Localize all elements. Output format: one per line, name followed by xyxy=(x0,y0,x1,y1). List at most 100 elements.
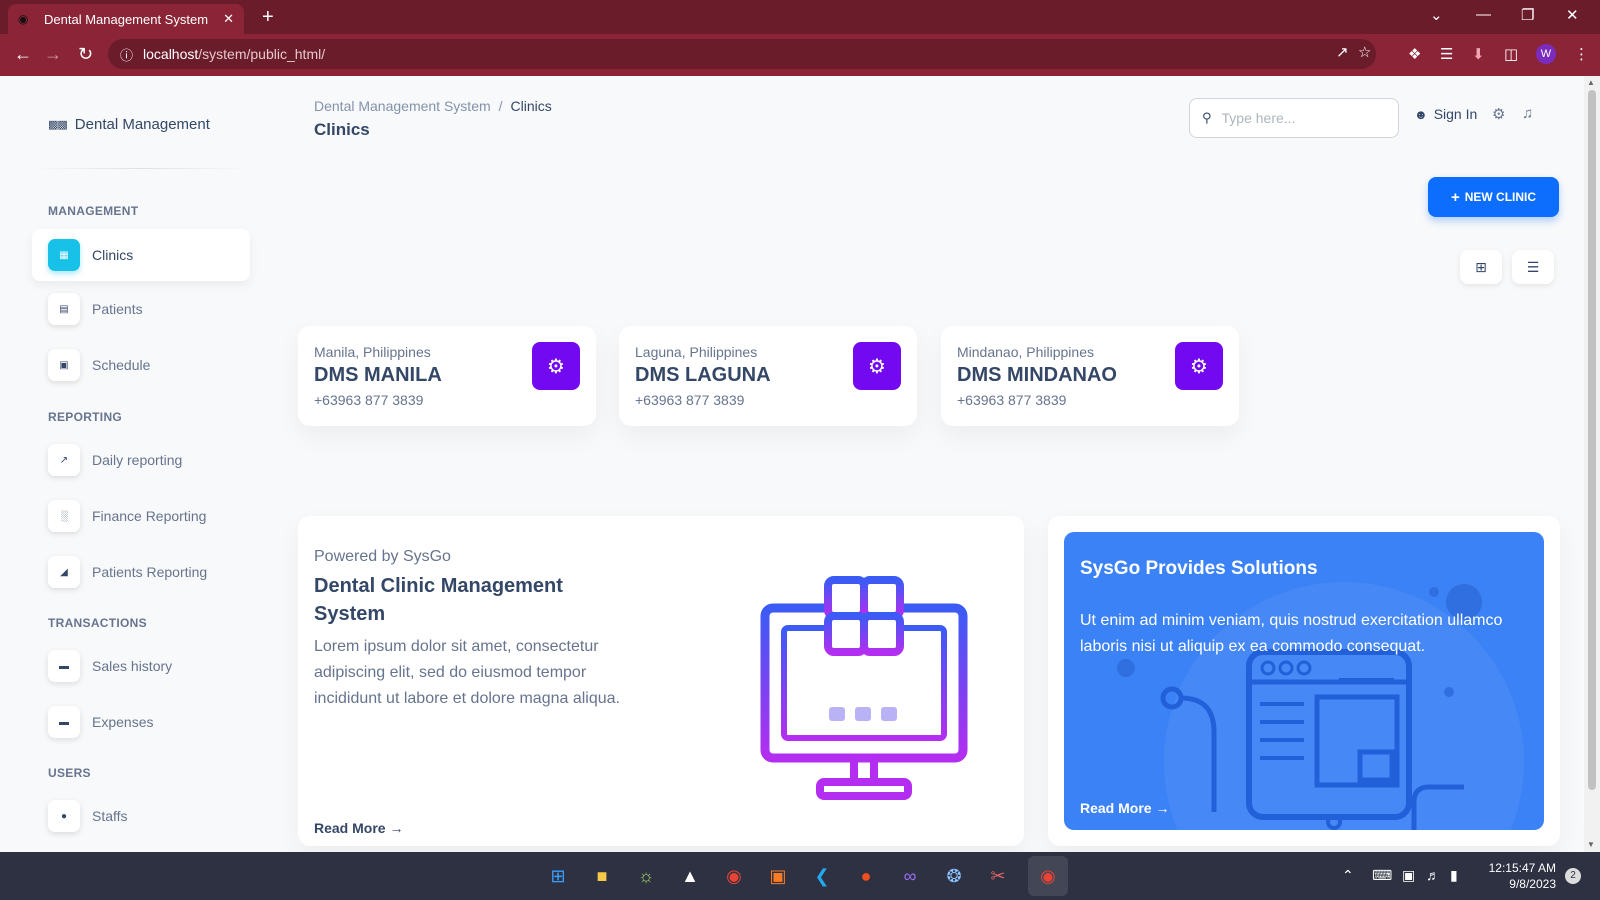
clinic-name: DMS LAGUNA xyxy=(635,364,771,386)
tab-search-icon[interactable]: ⌄ xyxy=(1430,6,1443,24)
forward-icon[interactable]: → xyxy=(44,44,62,65)
sidebar-item-label: Expenses xyxy=(92,714,154,730)
taskbar-clock[interactable]: 12:15:47 AM 9/8/2023 xyxy=(1480,860,1556,892)
clinic-card: Laguna, Philippines DMS LAGUNA +63963 87… xyxy=(619,326,917,426)
site-info-icon[interactable]: ⓘ xyxy=(120,45,133,64)
download-icon[interactable]: ⬇ xyxy=(1472,45,1485,63)
sign-in-link[interactable]: ☻ Sign In xyxy=(1414,106,1477,122)
bar-chart-icon: ░ xyxy=(48,500,80,532)
minimize-icon[interactable]: — xyxy=(1476,6,1491,23)
breadcrumb-current: Clinics xyxy=(510,98,552,114)
chrome-icon[interactable]: ◉ xyxy=(720,862,748,890)
sidebar-item-patients[interactable]: ▤ Patients xyxy=(32,283,250,335)
tab-close-icon[interactable]: ✕ xyxy=(223,11,234,27)
share-icon[interactable]: ↗ xyxy=(1336,43,1349,61)
volume-icon[interactable]: ♬ xyxy=(1426,867,1440,883)
clinic-location: Manila, Philippines xyxy=(314,344,431,360)
profile-avatar[interactable]: W xyxy=(1536,44,1556,64)
sidebar-item-schedule[interactable]: ▣ Schedule xyxy=(32,339,250,391)
clock-time: 12:15:47 AM xyxy=(1488,861,1556,875)
sidebar-item-clinics[interactable]: ▦ Clinics xyxy=(32,229,250,281)
solutions-description: Ut enim ad minim veniam, quis nostrud ex… xyxy=(1080,612,1503,655)
calendar-icon: ▣ xyxy=(48,349,80,381)
sidebar-item-daily-reporting[interactable]: ↗ Daily reporting xyxy=(32,434,250,486)
info-card-title: Dental Clinic Management System xyxy=(314,575,563,625)
visual-studio-icon[interactable]: ∞ xyxy=(896,862,924,890)
page-scrollbar[interactable]: ▲ ▼ xyxy=(1584,76,1600,852)
new-tab-icon[interactable]: + xyxy=(262,6,274,29)
section-transactions: TRANSACTIONS xyxy=(48,616,147,630)
solutions-title: SysGo Provides Solutions xyxy=(1080,558,1318,579)
sidebar-item-sales-history[interactable]: ▬ Sales history xyxy=(32,640,250,692)
clinic-settings-button[interactable]: ⚙ xyxy=(1175,342,1223,390)
network-icon[interactable]: ▣ xyxy=(1402,867,1415,884)
address-bar[interactable]: ⓘ localhost /system/public_html/ ↗ ☆ xyxy=(108,39,1376,69)
read-more-link[interactable]: Read More → xyxy=(314,820,403,836)
figma-icon[interactable]: ● xyxy=(852,862,880,890)
sidebar-item-label: Clinics xyxy=(92,247,134,263)
scrollbar-thumb[interactable] xyxy=(1588,90,1596,790)
extensions-icon[interactable]: ❖ xyxy=(1408,45,1421,63)
read-more-label: Read More xyxy=(314,820,386,836)
media-control-icon[interactable]: ☰ xyxy=(1440,45,1453,63)
side-panel-icon[interactable]: ◫ xyxy=(1504,45,1518,63)
list-view-icon: ☰ xyxy=(1526,258,1540,275)
back-icon[interactable]: ← xyxy=(14,44,32,65)
breadcrumb-root[interactable]: Dental Management System xyxy=(314,98,491,114)
search-input[interactable] xyxy=(1221,110,1382,126)
sidebar-item-label: Finance Reporting xyxy=(92,508,207,524)
grid-view-button[interactable]: ⊞ xyxy=(1460,250,1502,284)
chrome-profile-icon[interactable]: ◉ xyxy=(1034,862,1062,890)
app-store-icon[interactable]: ▲ xyxy=(676,862,704,890)
browser-menu-icon[interactable]: ⋮ xyxy=(1574,45,1589,63)
search-box: ⚲ xyxy=(1189,98,1399,138)
read-more-link[interactable]: Read More → xyxy=(1080,800,1169,816)
network-app-icon[interactable]: ❂ xyxy=(940,862,968,890)
browser-tab-bar: ◉ Dental Management System ✕ + ⌄ — ❐ ✕ xyxy=(0,0,1600,34)
sidebar-item-label: Daily reporting xyxy=(92,452,183,468)
sidebar-item-label: Schedule xyxy=(92,357,151,373)
restore-icon[interactable]: ❐ xyxy=(1521,6,1534,24)
tab-favicon-icon: ◉ xyxy=(18,12,29,26)
breadcrumb: Dental Management System / Clinics xyxy=(314,98,552,114)
snipping-tool-icon[interactable]: ✂ xyxy=(984,862,1012,890)
gear-icon: ⚙ xyxy=(868,355,886,378)
sidebar-item-finance-reporting[interactable]: ░ Finance Reporting xyxy=(32,490,250,542)
chameleon-app-icon[interactable]: ☼ xyxy=(632,862,660,890)
settings-gear-icon[interactable]: ⚙ xyxy=(1492,105,1505,123)
scroll-down-icon[interactable]: ▼ xyxy=(1587,840,1595,849)
browser-tab[interactable]: ◉ Dental Management System ✕ xyxy=(8,4,244,34)
list-view-button[interactable]: ☰ xyxy=(1512,250,1554,284)
reload-icon[interactable]: ↻ xyxy=(78,44,93,65)
sidebar-item-patients-reporting[interactable]: ◢ Patients Reporting xyxy=(32,546,250,598)
bookmark-star-icon[interactable]: ☆ xyxy=(1358,43,1371,61)
sidebar-item-staffs[interactable]: ● Staffs xyxy=(32,790,250,842)
money-icon: ▬ xyxy=(48,706,80,738)
clinic-phone: +63963 877 3839 xyxy=(635,392,745,408)
sidebar-item-label: Sales history xyxy=(92,658,173,674)
clinic-settings-button[interactable]: ⚙ xyxy=(532,342,580,390)
keyboard-icon[interactable]: ⌨ xyxy=(1372,867,1392,884)
new-clinic-button[interactable]: + NEW CLINIC xyxy=(1428,177,1559,217)
file-explorer-icon[interactable]: ■ xyxy=(588,862,616,890)
sidebar-brand[interactable]: ▩▩ Dental Management xyxy=(48,116,210,133)
windows-start-icon[interactable]: ⊞ xyxy=(544,862,572,890)
clinic-settings-button[interactable]: ⚙ xyxy=(853,342,901,390)
clinic-location: Mindanao, Philippines xyxy=(957,344,1094,360)
tray-overflow-icon[interactable]: ⌃ xyxy=(1342,867,1354,884)
sidebar-item-label: Patients Reporting xyxy=(92,564,208,580)
clinic-name: DMS MANILA xyxy=(314,364,442,386)
vscode-icon[interactable]: ❮ xyxy=(808,862,836,890)
sidebar-item-expenses[interactable]: ▬ Expenses xyxy=(32,696,250,748)
section-reporting: REPORTING xyxy=(48,410,123,424)
notification-count-badge[interactable]: 2 xyxy=(1565,868,1581,884)
notification-bell-icon[interactable]: ♫ xyxy=(1522,105,1533,122)
xampp-icon[interactable]: ▣ xyxy=(764,862,792,890)
solutions-banner: SysGo Provides Solutions Ut enim ad mini… xyxy=(1064,532,1544,830)
battery-icon[interactable]: ▮ xyxy=(1450,867,1458,884)
window-close-icon[interactable]: ✕ xyxy=(1566,6,1579,24)
clinic-location: Laguna, Philippines xyxy=(635,344,758,360)
scroll-up-icon[interactable]: ▲ xyxy=(1587,78,1595,87)
clinic-phone: +63963 877 3839 xyxy=(314,392,424,408)
search-icon: ⚲ xyxy=(1202,110,1212,125)
